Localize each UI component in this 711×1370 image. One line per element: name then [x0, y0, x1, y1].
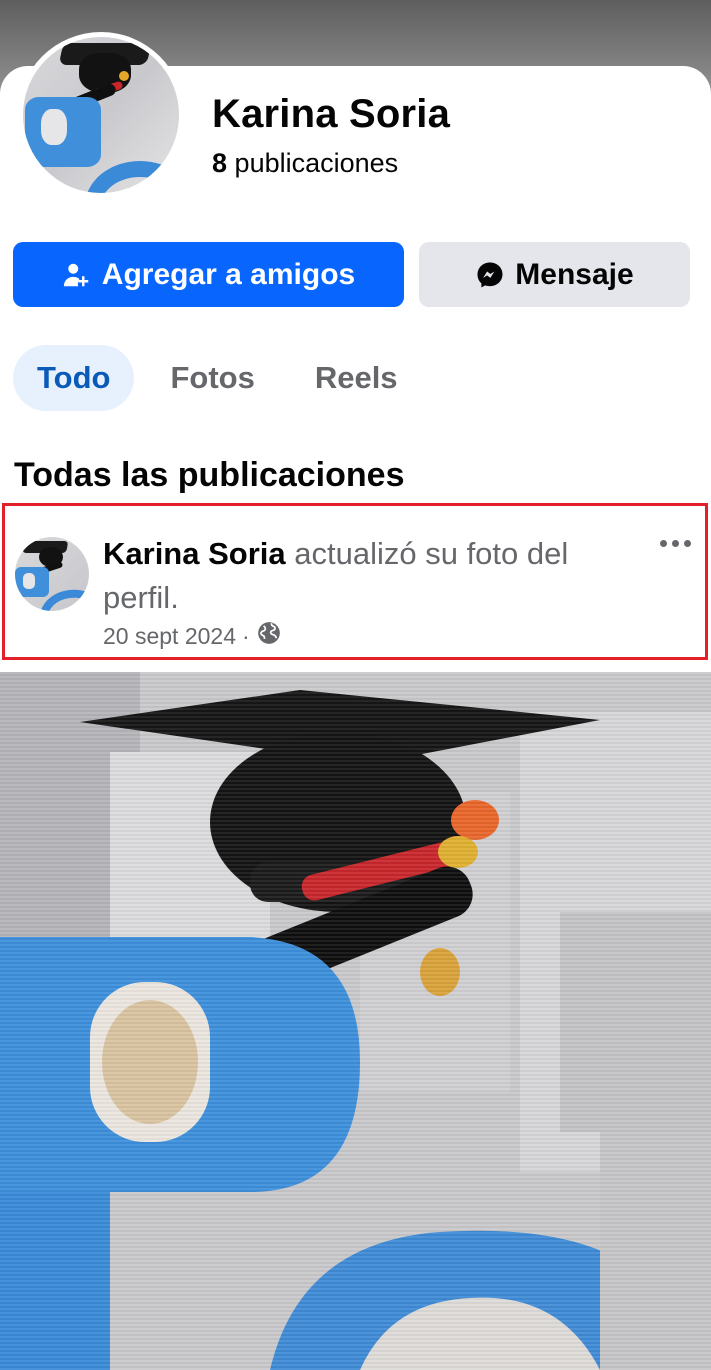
profile-name: Karina Soria [212, 92, 451, 136]
messenger-icon [475, 260, 505, 290]
post-date[interactable]: 20 sept 2024 [103, 623, 236, 650]
post-title: Karina Soria actualizó su foto del perfi… [103, 532, 623, 620]
profile-picture [23, 37, 179, 193]
more-options-icon[interactable] [660, 540, 691, 547]
posts-count[interactable]: 8 publicaciones [212, 148, 398, 179]
tab-fotos[interactable]: Fotos [146, 345, 278, 411]
globe-icon [256, 620, 282, 652]
post-author-name[interactable]: Karina Soria [103, 536, 286, 571]
meta-separator: · [242, 622, 250, 649]
profile-tabs: Todo Fotos Reels [13, 345, 422, 411]
section-title: Todas las publicaciones [14, 456, 405, 494]
posts-count-label: publicaciones [234, 148, 399, 178]
add-friend-icon [62, 260, 92, 290]
post-author-avatar[interactable] [15, 537, 89, 611]
add-friend-label: Agregar a amigos [101, 257, 356, 291]
post-photo[interactable] [0, 672, 711, 1370]
message-label: Mensaje [515, 257, 634, 291]
add-friend-button[interactable]: Agregar a amigos [13, 242, 404, 307]
post-meta: 20 sept 2024 · [103, 620, 282, 652]
tab-todo[interactable]: Todo [13, 345, 135, 411]
message-button[interactable]: Mensaje [419, 242, 690, 307]
post-header: Karina Soria actualizó su foto del perfi… [2, 503, 708, 660]
posts-count-number: 8 [212, 148, 228, 178]
tab-reels[interactable]: Reels [291, 345, 422, 411]
profile-avatar[interactable] [18, 32, 184, 198]
